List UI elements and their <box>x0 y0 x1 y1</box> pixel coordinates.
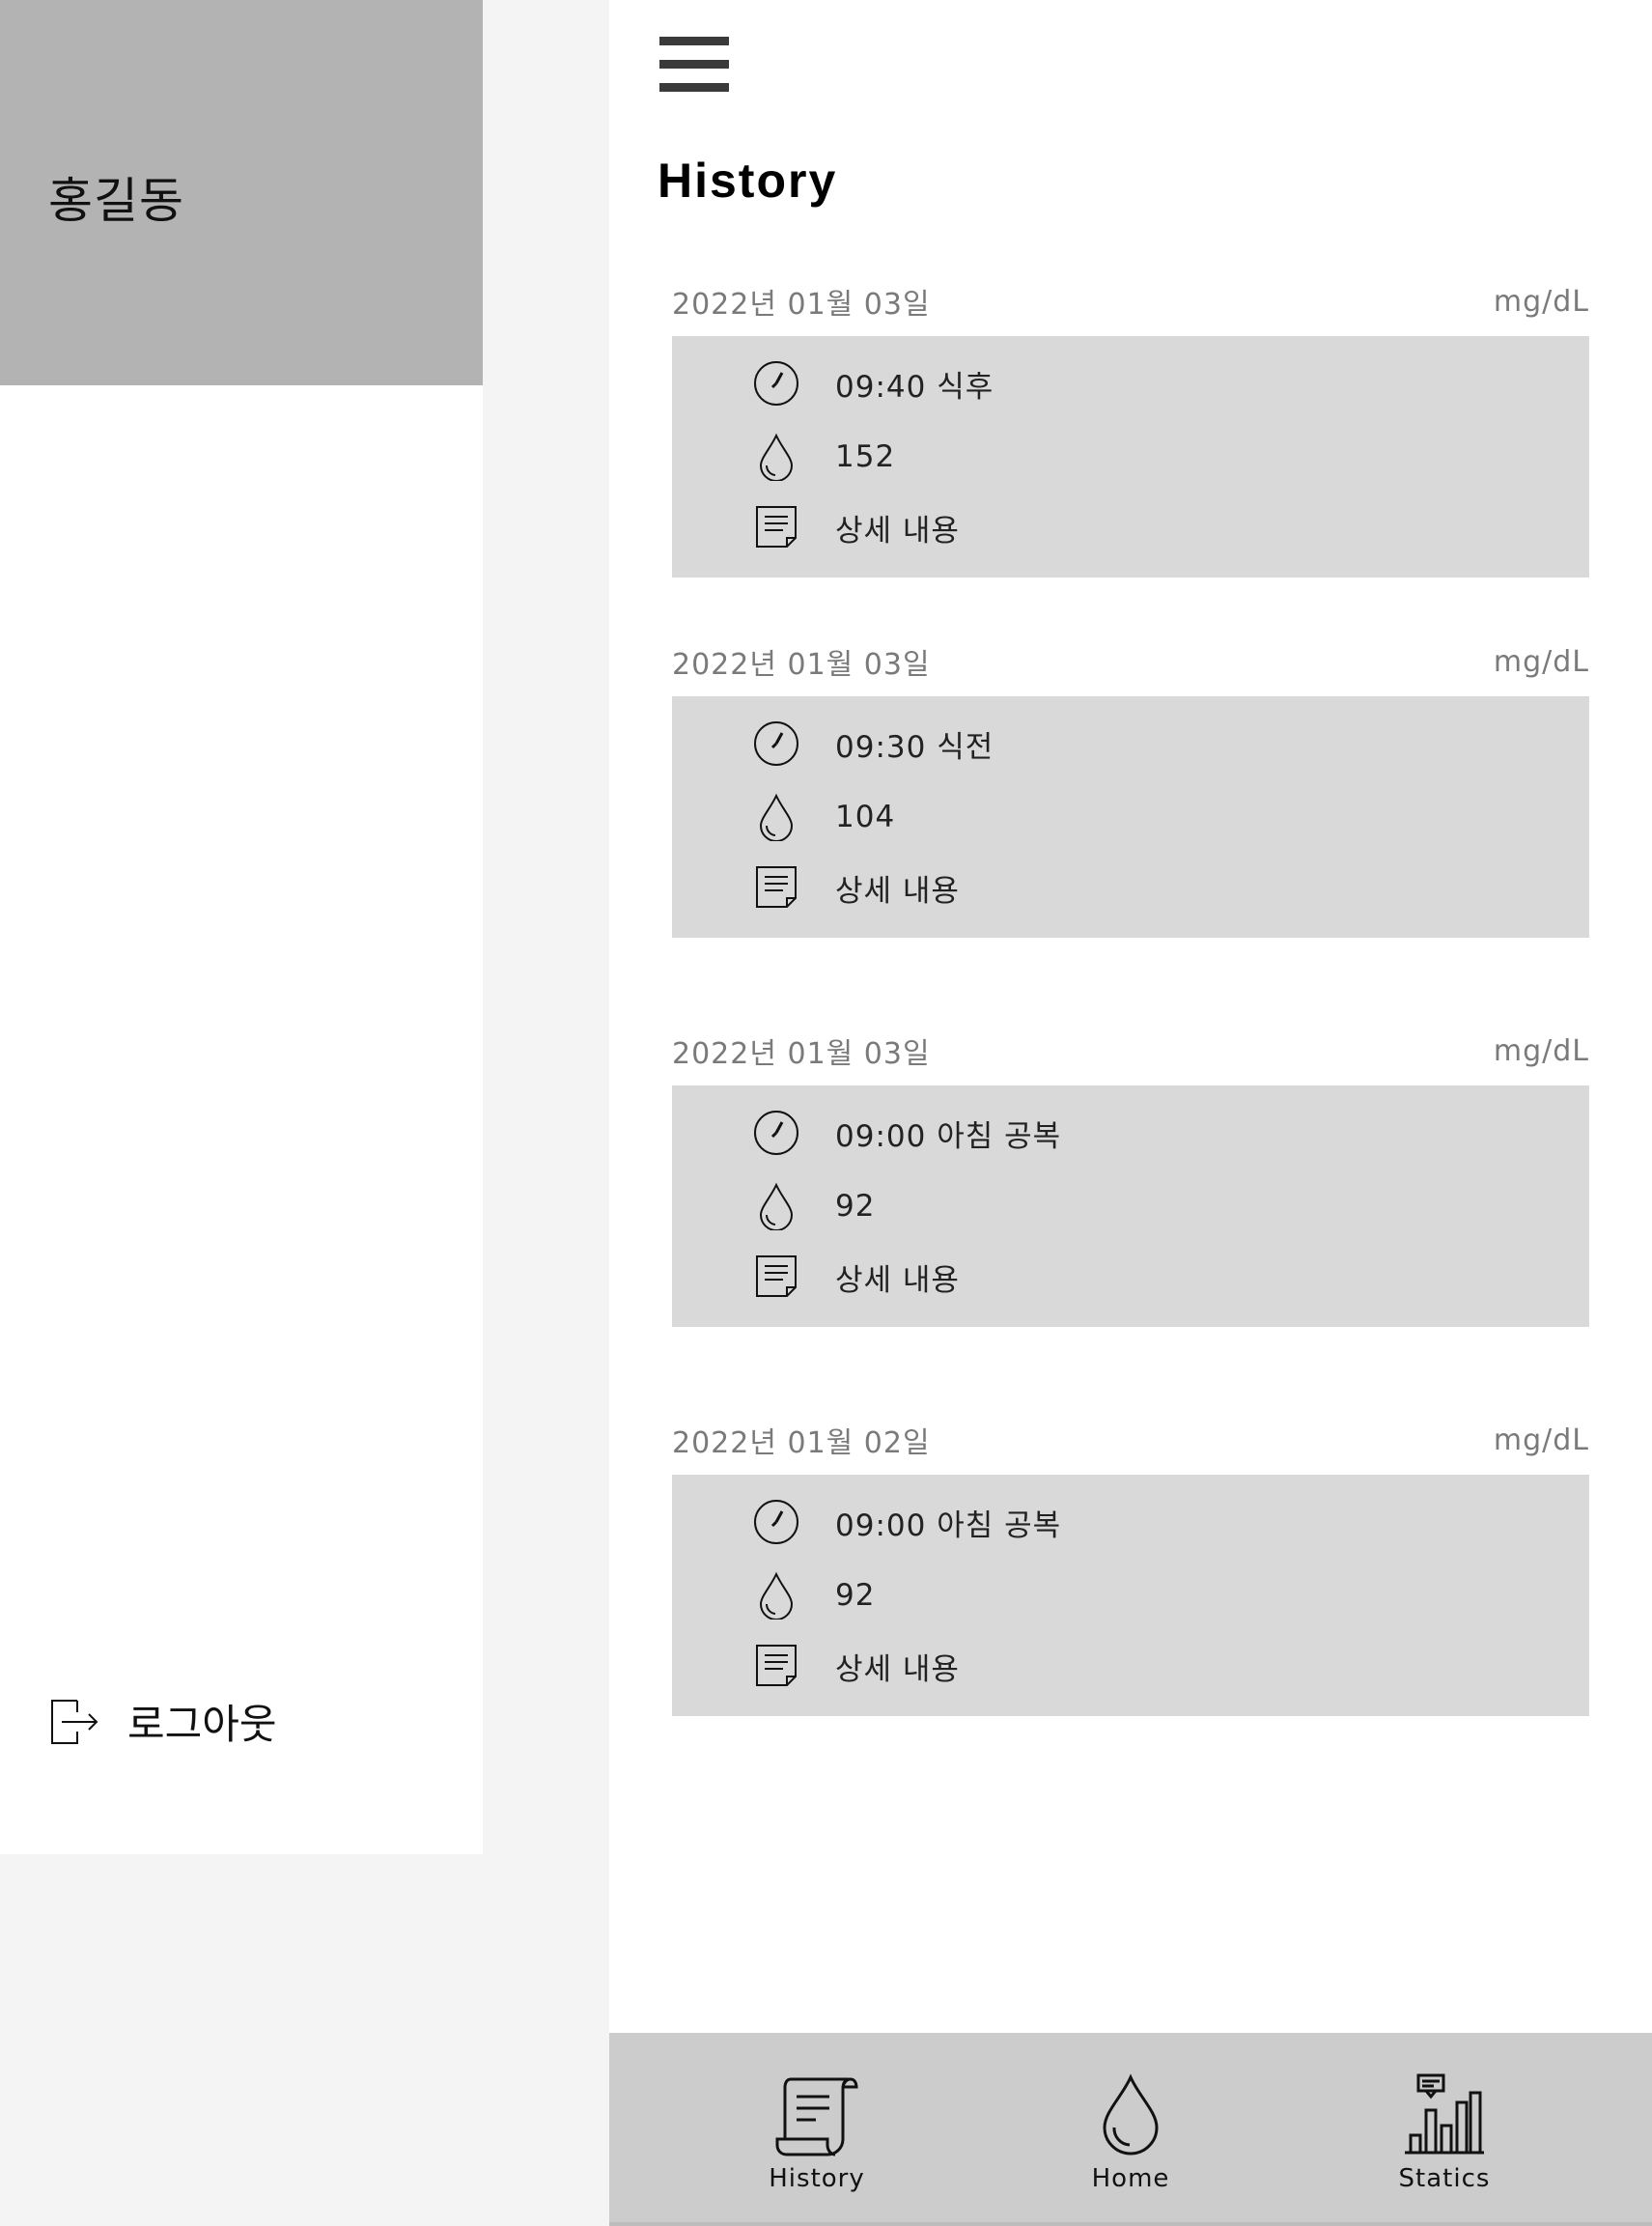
nav-history-label: History <box>769 2164 865 2193</box>
drop-icon <box>759 793 794 841</box>
drop-icon <box>759 1571 794 1620</box>
menu-button[interactable] <box>659 37 729 93</box>
time-row: 09:30 식전 <box>752 719 994 768</box>
entry-value: 104 <box>835 800 896 834</box>
entry-time: 09:40 식후 <box>835 369 994 405</box>
entry-time: 09:00 아침 공복 <box>835 1507 1062 1543</box>
entry-date: 2022년 01월 03일 <box>672 288 931 322</box>
note-icon <box>756 866 797 908</box>
entry-header: 2022년 01월 03일 mg/dL <box>672 642 1589 683</box>
entry-card[interactable]: 09:40 식후 152 상세 내용 <box>672 336 1589 578</box>
time-row: 09:00 아침 공복 <box>752 1109 1061 1157</box>
main-screen: History 2022년 01월 03일 mg/dL 09:40 식후 152… <box>609 0 1652 2226</box>
entry-header: 2022년 01월 03일 mg/dL <box>672 282 1589 323</box>
entry-card[interactable]: 09:00 아침 공복 92 상세 내용 <box>672 1475 1589 1716</box>
entry-card[interactable]: 09:30 식전 104 상세 내용 <box>672 696 1589 938</box>
history-entry: 2022년 01월 03일 mg/dL 09:00 아침 공복 92 상세 내용 <box>672 1031 1589 1327</box>
clock-icon <box>754 361 798 406</box>
entry-unit: mg/dL <box>1493 1033 1589 1068</box>
nav-statics-label: Statics <box>1398 2164 1491 2193</box>
logout-icon <box>51 1699 98 1744</box>
value-row: 92 <box>752 1571 875 1620</box>
detail-row[interactable]: 상세 내용 <box>752 1253 960 1301</box>
user-name: 홍길동 <box>48 173 184 229</box>
entry-detail: 상세 내용 <box>835 1262 960 1298</box>
entry-header: 2022년 01월 03일 mg/dL <box>672 1031 1589 1072</box>
drawer-header: 홍길동 <box>0 0 483 385</box>
entry-time: 09:00 아침 공복 <box>835 1118 1062 1154</box>
clock-icon <box>754 721 798 766</box>
entry-unit: mg/dL <box>1493 644 1589 679</box>
scroll-icon <box>775 2077 858 2156</box>
value-row: 104 <box>752 793 895 841</box>
side-drawer: 홍길동 로그아웃 <box>0 0 483 1854</box>
logout-button[interactable]: 로그아웃 <box>48 1692 277 1751</box>
time-row: 09:00 아침 공복 <box>752 1498 1061 1546</box>
value-row: 92 <box>752 1182 875 1230</box>
drop-icon <box>759 1182 794 1230</box>
detail-row[interactable]: 상세 내용 <box>752 863 960 912</box>
note-icon <box>756 1255 797 1297</box>
detail-row[interactable]: 상세 내용 <box>752 1642 960 1690</box>
entry-value: 92 <box>835 1578 876 1613</box>
hamburger-icon <box>659 37 729 45</box>
nav-statics[interactable]: Statics <box>1367 2071 1522 2193</box>
nav-home[interactable]: Home <box>1053 2071 1208 2193</box>
value-row: 152 <box>752 433 895 481</box>
entry-unit: mg/dL <box>1493 1423 1589 1457</box>
clock-icon <box>754 1500 798 1544</box>
history-entry: 2022년 01월 03일 mg/dL 09:40 식후 152 상세 내용 <box>672 282 1589 578</box>
entry-date: 2022년 01월 02일 <box>672 1426 931 1460</box>
page-title: History <box>658 154 838 208</box>
clock-icon <box>754 1111 798 1155</box>
entry-value: 152 <box>835 439 896 474</box>
detail-row[interactable]: 상세 내용 <box>752 503 960 551</box>
entry-value: 92 <box>835 1189 876 1224</box>
time-row: 09:40 식후 <box>752 359 994 408</box>
drop-icon <box>1103 2073 1159 2156</box>
nav-history[interactable]: History <box>740 2071 894 2193</box>
bottom-nav: History Home Statics <box>609 2033 1652 2226</box>
note-icon <box>756 1645 797 1686</box>
entry-unit: mg/dL <box>1493 284 1589 319</box>
logout-label: 로그아웃 <box>127 1701 277 1748</box>
nav-home-label: Home <box>1091 2164 1170 2193</box>
history-entry: 2022년 01월 03일 mg/dL 09:30 식전 104 상세 내용 <box>672 642 1589 938</box>
entry-time: 09:30 식전 <box>835 729 994 765</box>
entry-header: 2022년 01월 02일 mg/dL <box>672 1421 1589 1461</box>
entry-detail: 상세 내용 <box>835 1651 960 1687</box>
entry-date: 2022년 01월 03일 <box>672 1037 931 1071</box>
entry-detail: 상세 내용 <box>835 873 960 909</box>
bar-chart-icon <box>1405 2073 1484 2155</box>
drop-icon <box>759 433 794 481</box>
entry-date: 2022년 01월 03일 <box>672 648 931 682</box>
note-icon <box>756 506 797 548</box>
entry-card[interactable]: 09:00 아침 공복 92 상세 내용 <box>672 1085 1589 1327</box>
history-entry: 2022년 01월 02일 mg/dL 09:00 아침 공복 92 상세 내용 <box>672 1421 1589 1716</box>
entry-detail: 상세 내용 <box>835 513 960 549</box>
